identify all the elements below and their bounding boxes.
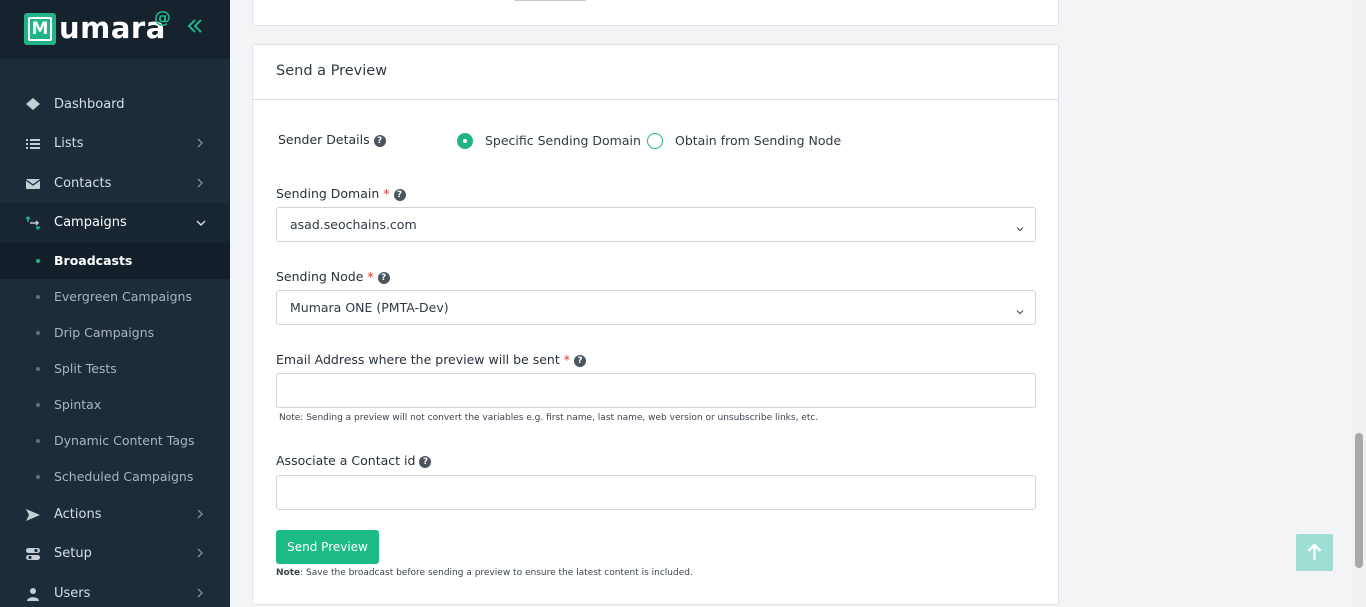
send-preview-button[interactable]: Send Preview — [276, 530, 379, 564]
bullet-dot-icon — [36, 403, 40, 407]
bullet-dot-icon — [36, 475, 40, 479]
sidebar-subitem-label: Spintax — [54, 397, 102, 412]
paper-plane-icon — [25, 507, 41, 523]
help-icon[interactable]: ? — [373, 134, 386, 147]
footer-note-bold: Note — [276, 568, 301, 578]
sender-details-label: Sender Details? — [278, 132, 386, 148]
sidebar-subitem-dynamic-content-tags[interactable]: Dynamic Content Tags — [0, 423, 230, 459]
sidebar-subitem-scheduled-campaigns[interactable]: Scheduled Campaigns — [0, 459, 230, 495]
sidebar-item-actions[interactable]: Actions — [0, 495, 230, 535]
previous-card-element — [514, 0, 586, 1]
collapse-sidebar-icon[interactable] — [186, 17, 206, 41]
sidebar: M umara @ Dashboard Lists Contacts Campa… — [0, 0, 230, 607]
sending-node-value: Mumara ONE (PMTA-Dev) — [290, 300, 449, 315]
sidebar-subitem-label: Dynamic Content Tags — [54, 433, 195, 448]
envelope-icon — [25, 176, 41, 192]
logo-at-sign: @ — [154, 8, 171, 28]
footer-note-text: : Save the broadcast before sending a pr… — [300, 568, 693, 578]
chevron-down-icon — [196, 217, 206, 229]
toggle-icon — [25, 546, 41, 562]
radio-obtain-from-sending-node[interactable] — [647, 133, 663, 149]
sidebar-subitem-spintax[interactable]: Spintax — [0, 387, 230, 423]
chevron-down-icon — [1015, 302, 1025, 315]
scrollbar-thumb[interactable] — [1355, 433, 1363, 568]
chevron-right-icon — [196, 138, 206, 150]
footer-note: Note: Save the broadcast before sending … — [276, 567, 693, 579]
sending-node-label: Sending Node *? — [276, 269, 390, 285]
sidebar-item-setup[interactable]: Setup — [0, 534, 230, 574]
sidebar-subitem-drip-campaigns[interactable]: Drip Campaigns — [0, 315, 230, 351]
chevron-right-icon — [196, 548, 206, 560]
required-mark: * — [367, 269, 374, 284]
sending-node-text: Sending Node — [276, 269, 364, 284]
card-title: Send a Preview — [276, 63, 388, 79]
sending-domain-select[interactable]: asad.seochains.com — [276, 207, 1036, 242]
scroll-to-top-button[interactable] — [1296, 534, 1333, 571]
help-icon[interactable]: ? — [574, 354, 586, 367]
chevron-right-icon — [196, 178, 206, 190]
sidebar-item-dashboard[interactable]: Dashboard — [0, 85, 230, 125]
sidebar-subitem-label: Split Tests — [54, 361, 117, 376]
sidebar-item-label: Contacts — [54, 176, 112, 191]
required-mark: * — [563, 352, 570, 367]
sidebar-item-label: Campaigns — [54, 215, 127, 230]
arrow-up-icon — [1307, 543, 1322, 560]
radio-obtain-from-sending-node-label[interactable]: Obtain from Sending Node — [675, 133, 841, 149]
sending-domain-label: Sending Domain *? — [276, 186, 406, 202]
sidebar-subitem-broadcasts[interactable]: Broadcasts — [0, 243, 230, 279]
sidebar-item-label: Lists — [54, 136, 84, 151]
logo-text: umara — [59, 11, 166, 45]
sidebar-subitem-label: Drip Campaigns — [54, 325, 155, 340]
sidebar-item-lists[interactable]: Lists — [0, 124, 230, 164]
email-note: Note: Sending a preview will not convert… — [279, 413, 819, 423]
sidebar-subitem-label: Broadcasts — [54, 253, 133, 268]
dashboard-icon — [25, 97, 41, 113]
sidebar-item-label: Dashboard — [54, 97, 125, 112]
sending-domain-value: asad.seochains.com — [290, 217, 417, 232]
radio-specific-sending-domain[interactable] — [457, 133, 473, 149]
help-icon[interactable]: ? — [393, 188, 406, 201]
contact-id-label: Associate a Contact id? — [276, 453, 432, 469]
brand-header: M umara @ — [0, 0, 230, 59]
sending-node-select[interactable]: Mumara ONE (PMTA-Dev) — [276, 290, 1036, 325]
bullet-dot-icon — [36, 331, 40, 335]
help-icon[interactable]: ? — [419, 455, 432, 468]
email-address-label: Email Address where the preview will be … — [276, 352, 586, 368]
required-mark: * — [383, 186, 390, 201]
chevron-right-icon — [196, 588, 206, 600]
chevron-right-icon — [196, 509, 206, 521]
bullet-dot-icon — [36, 439, 40, 443]
user-icon — [25, 586, 41, 602]
sidebar-item-label: Setup — [54, 546, 92, 561]
logo-mark[interactable]: M — [24, 13, 56, 45]
page-scrollbar[interactable] — [1352, 0, 1366, 607]
logo-letter: M — [28, 17, 52, 41]
bullet-dot-icon — [36, 259, 40, 263]
sidebar-subitem-evergreen-campaigns[interactable]: Evergreen Campaigns — [0, 279, 230, 315]
sidebar-item-users[interactable]: Users — [0, 574, 230, 607]
list-icon — [25, 136, 41, 152]
bullet-dot-icon — [36, 367, 40, 371]
sidebar-subitem-label: Evergreen Campaigns — [54, 289, 192, 304]
email-address-text: Email Address where the preview will be … — [276, 352, 560, 367]
previous-card — [252, 0, 1059, 26]
sidebar-item-campaigns[interactable]: Campaigns — [0, 203, 230, 243]
help-icon[interactable]: ? — [377, 271, 390, 284]
chevron-down-icon — [1015, 219, 1025, 232]
sidebar-subitem-split-tests[interactable]: Split Tests — [0, 351, 230, 387]
bullet-dot-icon — [36, 295, 40, 299]
send-preview-card: Send a Preview Sender Details? Specific … — [252, 44, 1059, 605]
contact-id-text: Associate a Contact id — [276, 453, 416, 468]
sidebar-item-label: Users — [54, 586, 91, 601]
card-header: Send a Preview — [253, 45, 1058, 100]
contact-id-input[interactable] — [276, 475, 1036, 510]
sidebar-subitem-label: Scheduled Campaigns — [54, 469, 194, 484]
email-address-input[interactable] — [276, 373, 1036, 408]
radio-specific-sending-domain-label[interactable]: Specific Sending Domain — [485, 133, 641, 149]
campaigns-icon — [25, 215, 41, 231]
sending-domain-text: Sending Domain — [276, 186, 380, 201]
sidebar-item-contacts[interactable]: Contacts — [0, 164, 230, 204]
sidebar-item-label: Actions — [54, 507, 102, 522]
sender-details-text: Sender Details — [278, 132, 370, 147]
